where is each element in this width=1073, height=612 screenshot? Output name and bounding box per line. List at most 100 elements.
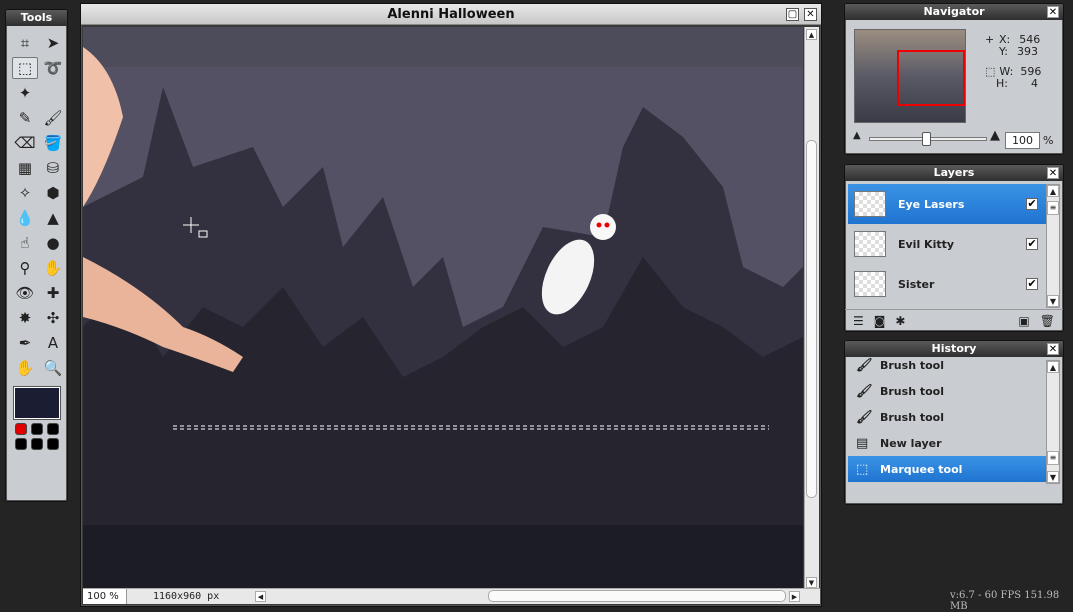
paint-bucket-tool-icon[interactable]: 🪣 [40,132,66,154]
close-window-button[interactable]: ✕ [804,8,817,21]
history-item-selected[interactable]: ⬚ Marquee tool [848,456,1046,482]
brush-tool-icon[interactable]: 🖌 [40,107,66,129]
layers-scroll-thumb[interactable]: ≡ [1047,201,1059,215]
color-swatch[interactable] [15,423,27,435]
drawing-tool-icon[interactable]: ⬢ [40,182,66,204]
image-dimensions: 1160x960 px [153,591,220,602]
scroll-down-arrow-icon[interactable]: ▼ [1047,471,1059,483]
zoom-in-mountain-icon[interactable]: ▲ [990,128,1000,143]
eraser-tool-icon[interactable]: ⌫ [12,132,38,154]
navigator-zoom-slider[interactable] [869,132,987,146]
zoom-slider-knob[interactable] [922,132,931,146]
sharpen-tool-icon[interactable]: ▲ [40,207,66,229]
type-tool-icon[interactable]: A [40,332,66,354]
scroll-left-arrow-icon[interactable]: ◀ [255,591,266,602]
crop-tool-icon[interactable]: ⌗ [12,32,38,54]
blur-tool-icon[interactable]: 💧 [12,207,38,229]
maximize-button[interactable]: ▢ [786,8,799,21]
tool-grid: ⌗ ➤ ⬚ ➰ ✦ ✎ 🖌 ⌫ 🪣 ▦ ⛁ ✧ ⬢ 💧 ▲ ☝ ● ⚲ ✋ 👁 ✚ ✸ ✣ ✒ A ✋ 🔍 [6,26,67,379]
vertical-scroll-thumb[interactable] [806,140,817,498]
navigator-title: Navigator ✕ [845,4,1063,20]
layer-row-sister[interactable]: Sister ✔ [848,264,1046,304]
brush-icon: 🖌 [856,357,873,373]
history-label: Brush tool [880,410,944,424]
delete-layer-icon[interactable]: 🗑 [1040,314,1055,328]
color-swatch[interactable] [31,423,43,435]
history-scroll-thumb[interactable]: ≡ [1047,451,1059,465]
color-swatch[interactable] [31,438,43,450]
layer-thumbnail [854,271,886,297]
navigator-viewport-box[interactable] [897,50,965,106]
bloat-tool-icon[interactable]: ✸ [12,307,38,329]
layer-thumbnail [854,191,886,217]
color-swatch[interactable] [47,438,59,450]
history-item[interactable]: 🖌 Brush tool [848,352,1046,378]
layer-row-evil-kitty[interactable]: Evil Kitty ✔ [848,224,1046,264]
close-icon[interactable]: ✕ [1047,167,1059,179]
close-icon[interactable]: ✕ [1047,343,1059,355]
layer-row-eye-lasers[interactable]: Eye Lasers ✔ [848,184,1046,224]
burn-tool-icon[interactable]: ✋ [40,257,66,279]
dodge-tool-icon[interactable]: ⚲ [12,257,38,279]
close-icon[interactable]: ✕ [1047,6,1059,18]
history-label: Marquee tool [880,462,963,476]
navigator-zoom-input[interactable]: 100 [1005,132,1040,149]
scroll-up-arrow-icon[interactable]: ▲ [1047,361,1059,373]
scroll-down-arrow-icon[interactable]: ▼ [1047,295,1059,307]
history-label: Brush tool [880,384,944,398]
layer-label: Eye Lasers [898,197,965,211]
pencil-tool-icon[interactable]: ✎ [12,107,38,129]
stamp-tool-icon[interactable]: ⛁ [40,157,66,179]
new-layer-icon[interactable]: ▣ [1018,314,1029,328]
move-tool-icon[interactable]: ➤ [40,32,66,54]
crosshair-icon: + [985,33,995,46]
scroll-right-arrow-icon[interactable]: ▶ [789,591,800,602]
pinch-tool-icon[interactable]: ✣ [40,307,66,329]
layer-style-icon[interactable]: ✱ [895,314,905,328]
layers-scrollbar[interactable]: ▲ ≡ ▼ [1046,184,1060,308]
navigator-info: + X: 546 Y: 393 ⬚ W: 596 H: 4 [985,34,1041,90]
layer-toolbar: ☰ ◙ ✱ ▣ 🗑 [845,309,1063,331]
smudge-tool-icon[interactable]: ☝ [12,232,38,254]
zoom-field[interactable]: 100 % [83,589,127,604]
color-picker-tool-icon[interactable]: ✒ [12,332,38,354]
color-swatch[interactable] [47,423,59,435]
lasso-tool-icon[interactable]: ➰ [40,57,66,79]
gradient-tool-icon[interactable]: ▦ [12,157,38,179]
image-window-titlebar[interactable]: Alenni Halloween ▢ ✕ [81,4,821,25]
vertical-scrollbar[interactable]: ▲ ▼ [804,27,819,590]
marquee-tool-icon[interactable]: ⬚ [12,57,38,79]
sponge-tool-icon[interactable]: ● [40,232,66,254]
history-item[interactable]: ▤ New layer [848,430,1046,456]
layer-visibility-checkbox[interactable]: ✔ [1026,278,1038,290]
image-canvas[interactable] [83,27,803,590]
navigator-thumbnail[interactable] [854,29,966,123]
layer-visibility-checkbox[interactable]: ✔ [1026,238,1038,250]
color-swatch[interactable] [15,438,27,450]
layer-settings-icon[interactable]: ☰ [853,314,864,328]
color-replace-tool-icon[interactable]: ✧ [12,182,38,204]
history-item[interactable]: 🖌 Brush tool [848,404,1046,430]
history-panel: History ✕ 🖌 Brush tool 🖌 Brush tool 🖌 Br… [844,340,1064,505]
layer-label: Sister [898,277,935,291]
horizontal-scroll-thumb[interactable] [488,590,786,602]
scroll-up-arrow-icon[interactable]: ▲ [806,29,817,40]
history-scrollbar[interactable]: ▲ ≡ ▼ [1046,360,1060,484]
scroll-down-arrow-icon[interactable]: ▼ [806,577,817,588]
new-layer-icon: ▤ [856,435,869,451]
primary-color-swatch[interactable] [14,387,60,419]
zoom-tool-icon[interactable]: 🔍 [40,357,66,379]
zoom-out-mountain-icon[interactable]: ▲ [853,130,861,141]
hand-tool-icon[interactable]: ✋ [12,357,38,379]
scroll-up-arrow-icon[interactable]: ▲ [1047,185,1059,197]
magic-wand-tool-icon[interactable]: ✦ [12,82,38,104]
spot-heal-tool-icon[interactable]: ✚ [40,282,66,304]
blank-slot [40,82,66,104]
brush-icon: 🖌 [856,409,873,425]
history-item[interactable]: 🖌 Brush tool [848,378,1046,404]
layer-mask-icon[interactable]: ◙ [874,314,886,328]
canvas-scene [83,27,803,590]
red-eye-tool-icon[interactable]: 👁 [12,282,38,304]
navigator-title-text: Navigator [923,5,985,18]
layer-visibility-checkbox[interactable]: ✔ [1026,198,1038,210]
